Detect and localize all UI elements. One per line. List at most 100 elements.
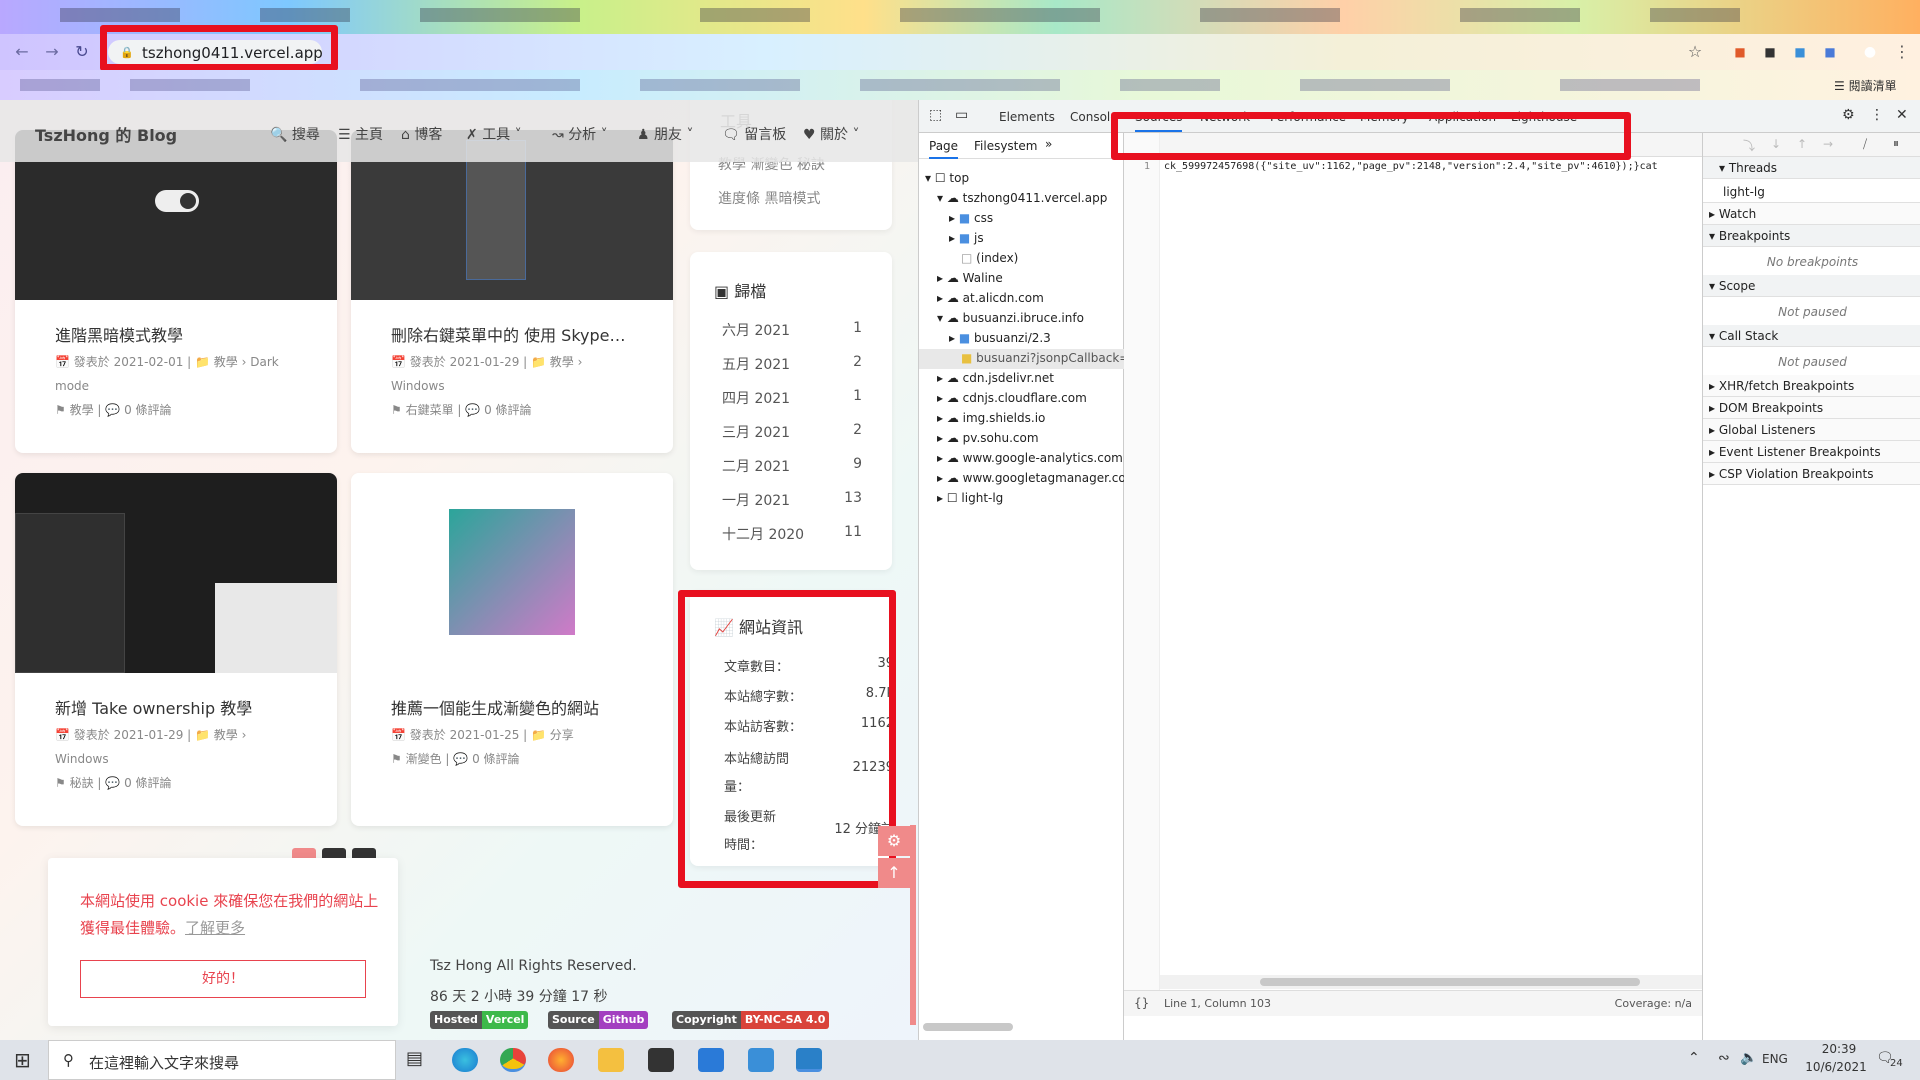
post-subcategory[interactable]: Windows — [55, 752, 109, 766]
menu-kebab-icon[interactable]: ⋮ — [1892, 42, 1912, 62]
post-title[interactable]: 刪除右鍵菜單中的 使用 Skype… — [391, 322, 626, 346]
settings-gear-icon[interactable]: ⚙ — [1842, 107, 1855, 123]
post-comments[interactable]: 0 條評論 — [484, 403, 531, 417]
post-category[interactable]: 分享 — [550, 728, 574, 742]
menu-guestbook[interactable]: 🗨 留言板 — [722, 124, 786, 144]
menu-home[interactable]: ☰ 主頁 — [338, 124, 383, 144]
post-card[interactable]: 新增 Take ownership 教學 📅 發表於 2021-01-29 | … — [15, 473, 337, 826]
menu-blog[interactable]: ⌂ 博客 — [401, 124, 442, 144]
tree-item[interactable]: ▸ ☁ Waline — [937, 271, 1003, 285]
tree-item[interactable]: ▸ ☐ light-lg — [937, 491, 1003, 505]
archive-row[interactable]: 四月 2021 1 — [722, 388, 862, 408]
tree-item[interactable]: ▾ ☁ tszhong0411.vercel.app — [937, 191, 1107, 205]
menu-tools[interactable]: ✗ 工具 ˅ — [466, 124, 522, 144]
menu-analysis[interactable]: ↝ 分析 ˅ — [552, 124, 608, 144]
back-icon[interactable]: ← — [12, 42, 32, 62]
section-scope[interactable]: ▾ Scope — [1703, 275, 1920, 297]
site-title[interactable]: TszHong 的 Blog — [35, 122, 177, 146]
post-card[interactable]: 刪除右鍵菜單中的 使用 Skype… 📅 發表於 2021-01-29 | 📁 … — [351, 130, 673, 453]
task-view-icon[interactable]: ▤ — [406, 1048, 423, 1069]
post-subcategory[interactable]: Windows — [391, 379, 445, 393]
hosted-badge[interactable]: Hosted Vercel — [430, 1011, 529, 1029]
menu-friends[interactable]: ♟ 朋友 ˅ — [637, 124, 693, 144]
forward-icon[interactable]: → — [42, 42, 62, 62]
edge-icon[interactable] — [452, 1048, 478, 1072]
step-icon[interactable]: ⤵ — [1743, 137, 1755, 154]
subtab-page[interactable]: Page — [929, 139, 959, 159]
close-icon[interactable]: ✕ — [1896, 107, 1908, 123]
device-toggle-icon[interactable]: ▭ — [955, 107, 968, 123]
thread-item[interactable]: light-lg — [1703, 181, 1920, 203]
windows-start-icon[interactable]: ⊞ — [14, 1049, 31, 1071]
archive-row[interactable]: 一月 2021 13 — [722, 490, 862, 510]
post-tag[interactable]: 教學 — [70, 403, 94, 417]
clock-date[interactable]: 10/6/2021 — [1798, 1060, 1874, 1074]
post-subcategory[interactable]: Dark — [250, 355, 278, 369]
file-explorer-icon[interactable] — [598, 1048, 624, 1072]
post-comments[interactable]: 0 條評論 — [124, 776, 171, 790]
chevron-up-icon[interactable]: ⌃ — [1688, 1050, 1700, 1066]
tree-item[interactable]: ▸ ☁ pv.sohu.com — [937, 431, 1039, 445]
tree-item-selected[interactable]: ■ busuanzi?jsonpCallback=Bu — [961, 351, 1145, 365]
volume-icon[interactable]: 🔈 — [1740, 1050, 1757, 1066]
profile-avatar[interactable]: ● — [1860, 42, 1880, 62]
tab-elements[interactable]: Elements — [999, 110, 1055, 124]
post-comments[interactable]: 0 條評論 — [472, 752, 519, 766]
post-category[interactable]: 教學 — [550, 355, 574, 369]
tree-item[interactable]: □ (index) — [961, 251, 1018, 265]
tag-cloud-line[interactable]: 進度條 黑暗模式 — [718, 188, 820, 208]
post-title[interactable]: 新增 Take ownership 教學 — [55, 695, 252, 719]
step-into-icon[interactable]: ↓ — [1771, 137, 1781, 151]
deactivate-breakpoints-icon[interactable]: ⧸ — [1863, 137, 1867, 152]
cookie-accept-button[interactable]: 好的！ — [80, 960, 366, 998]
scroll-top-icon[interactable]: ↑ — [878, 858, 910, 888]
chrome-icon[interactable] — [500, 1048, 526, 1072]
cookie-learn-more-link[interactable]: 了解更多 — [185, 919, 245, 937]
archive-row[interactable]: 十二月 2020 11 — [722, 524, 862, 544]
code-line[interactable]: ck_599972457698({"site_uv":1162,"page_pv… — [1164, 161, 1700, 172]
post-subcategory[interactable]: mode — [55, 379, 89, 393]
post-title[interactable]: 推薦一個能生成漸變色的網站 — [391, 695, 599, 719]
post-title[interactable]: 進階黑暗模式教學 — [55, 322, 183, 346]
store-icon[interactable] — [648, 1048, 674, 1072]
section-dom-breakpoints[interactable]: ▸ DOM Breakpoints — [1703, 397, 1920, 419]
firefox-icon[interactable] — [548, 1048, 574, 1072]
horizontal-scrollbar[interactable] — [1160, 975, 1702, 989]
section-global-listeners[interactable]: ▸ Global Listeners — [1703, 419, 1920, 441]
mail-icon[interactable] — [698, 1048, 724, 1072]
subtab-filesystem[interactable]: Filesystem — [974, 139, 1037, 153]
taskbar-search[interactable]: ⚲ 在這裡輸入文字來搜尋 — [48, 1040, 396, 1080]
more-options-icon[interactable]: ⋮ — [1870, 107, 1884, 123]
archive-row[interactable]: 三月 2021 2 — [722, 422, 862, 442]
bookmark-star-icon[interactable]: ☆ — [1685, 42, 1705, 62]
settings-gear-icon[interactable]: ⚙ — [878, 826, 910, 856]
source-badge[interactable]: Source Github — [548, 1011, 649, 1029]
copyright-badge[interactable]: Copyright BY-NC-SA 4.0 — [672, 1011, 830, 1029]
post-comments[interactable]: 0 條評論 — [124, 403, 171, 417]
horizontal-scrollbar[interactable] — [923, 1023, 1013, 1031]
post-card[interactable]: 推薦一個能生成漸變色的網站 📅 發表於 2021-01-25 | 📁 分享 ⚑ … — [351, 473, 673, 826]
tree-item[interactable]: ▾ ☐ top — [925, 171, 969, 185]
post-card[interactable]: 進階黑暗模式教學 📅 發表於 2021-02-01 | 📁 教學 › Dark … — [15, 130, 337, 453]
clock-time[interactable]: 20:39 — [1812, 1042, 1866, 1056]
extension-icon[interactable]: ■ — [1760, 42, 1780, 62]
extension-icon[interactable]: ■ — [1790, 42, 1810, 62]
tree-item[interactable]: ▸ ☁ www.googletagmanager.com — [937, 471, 1137, 485]
app-icon[interactable] — [748, 1048, 774, 1072]
menu-search[interactable]: 🔍 搜尋 — [270, 124, 320, 144]
section-breakpoints[interactable]: ▾ Breakpoints — [1703, 225, 1920, 247]
tree-item[interactable]: ▾ ☁ busuanzi.ibruce.info — [937, 311, 1084, 325]
archive-row[interactable]: 五月 2021 2 — [722, 354, 862, 374]
tree-item[interactable]: ▸ ■ busuanzi/2.3 — [949, 331, 1051, 345]
inspect-element-icon[interactable]: ⬚ — [929, 107, 942, 123]
section-watch[interactable]: ▸ Watch — [1703, 203, 1920, 225]
reload-icon[interactable]: ↻ — [72, 42, 92, 62]
tree-item[interactable]: ▸ ■ js — [949, 231, 984, 245]
section-xhr-breakpoints[interactable]: ▸ XHR/fetch Breakpoints — [1703, 375, 1920, 397]
tree-item[interactable]: ▸ ☁ www.google-analytics.com — [937, 451, 1123, 465]
extension-icon[interactable]: ■ — [1820, 42, 1840, 62]
archive-row[interactable]: 六月 2021 1 — [722, 320, 862, 340]
archive-row[interactable]: 二月 2021 9 — [722, 456, 862, 476]
tree-item[interactable]: ▸ ☁ at.alicdn.com — [937, 291, 1044, 305]
vscode-icon[interactable] — [796, 1048, 822, 1072]
